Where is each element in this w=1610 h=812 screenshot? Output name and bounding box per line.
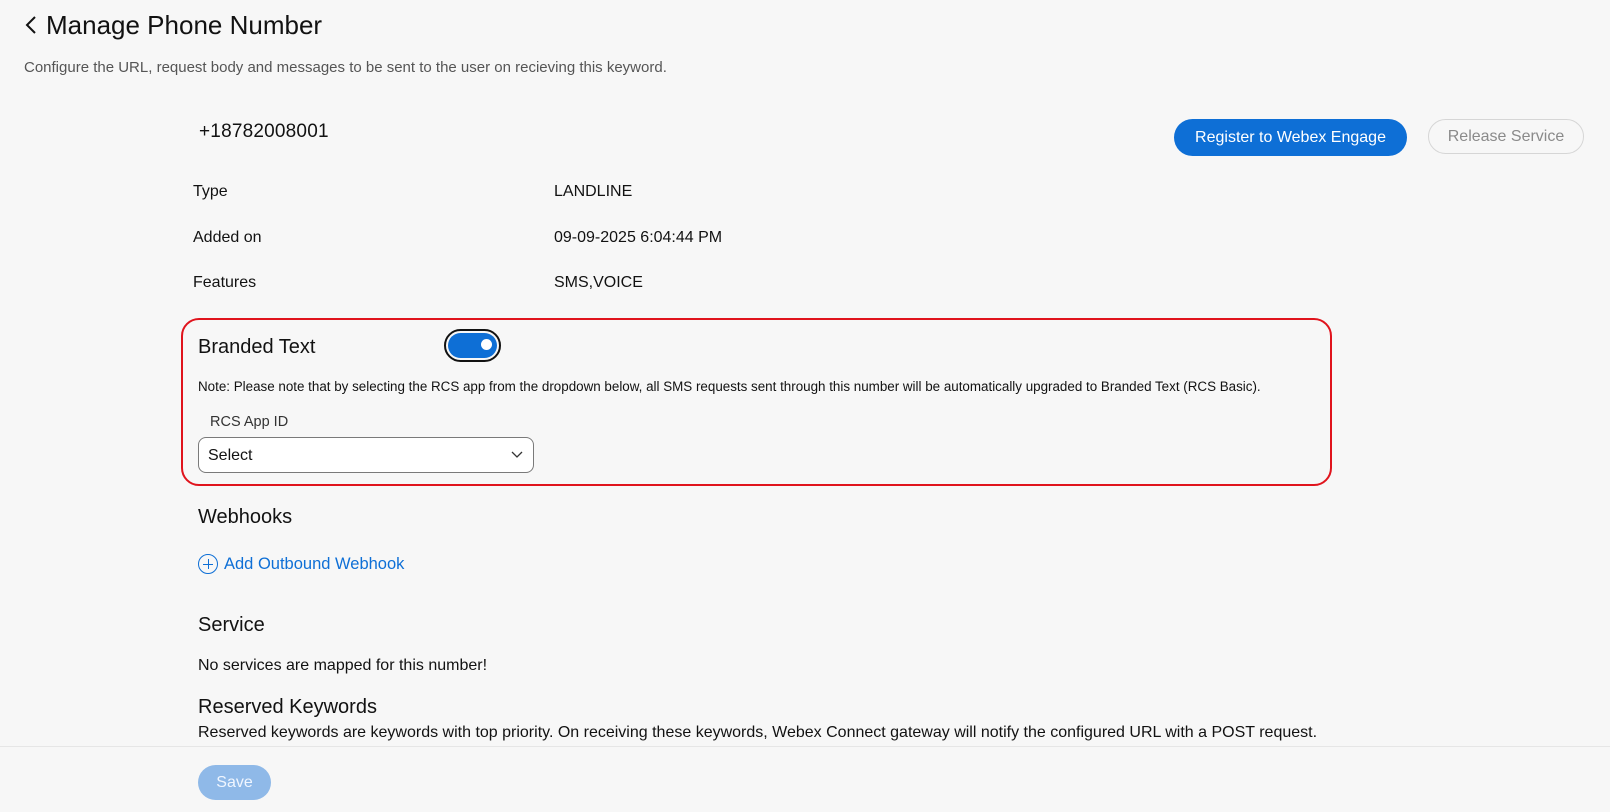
detail-row-features: Features SMS,VOICE — [193, 274, 893, 296]
detail-label: Added on — [193, 229, 262, 246]
detail-value: SMS,VOICE — [554, 274, 643, 291]
chevron-down-icon — [511, 451, 523, 458]
add-outbound-webhook-label: Add Outbound Webhook — [224, 554, 405, 573]
service-empty-text: No services are mapped for this number! — [198, 657, 488, 674]
release-service-button[interactable]: Release Service — [1428, 119, 1584, 154]
page-subtitle: Configure the URL, request body and mess… — [24, 59, 667, 76]
page-header: Manage Phone Number — [24, 8, 322, 42]
save-button[interactable]: Save — [198, 765, 271, 800]
select-value: Select — [208, 447, 253, 464]
reserved-keywords-title: Reserved Keywords — [198, 696, 377, 718]
plus-circle-icon — [198, 554, 218, 574]
register-to-webex-engage-button[interactable]: Register to Webex Engage — [1174, 119, 1407, 156]
branded-text-title: Branded Text — [198, 336, 316, 358]
webhooks-title: Webhooks — [198, 506, 293, 528]
phone-number: +18782008001 — [199, 121, 329, 142]
branded-text-toggle[interactable] — [444, 329, 501, 362]
rcs-app-id-select[interactable]: Select — [198, 437, 534, 473]
detail-row-added-on: Added on 09-09-2025 6:04:44 PM — [193, 229, 893, 251]
detail-value: LANDLINE — [554, 183, 633, 200]
toggle-knob — [481, 339, 492, 350]
back-chevron-icon[interactable] — [24, 8, 42, 42]
detail-label: Type — [193, 183, 228, 200]
branded-text-note: Note: Please note that by selecting the … — [198, 379, 1261, 394]
detail-row-type: Type LANDLINE — [193, 183, 893, 205]
detail-value: 09-09-2025 6:04:44 PM — [554, 229, 723, 246]
rcs-app-id-label: RCS App ID — [210, 414, 289, 430]
add-outbound-webhook-link[interactable]: Add Outbound Webhook — [198, 554, 404, 574]
service-title: Service — [198, 614, 265, 636]
detail-label: Features — [193, 274, 257, 291]
reserved-keywords-description: Reserved keywords are keywords with top … — [198, 724, 1318, 741]
page-title: Manage Phone Number — [46, 9, 323, 40]
